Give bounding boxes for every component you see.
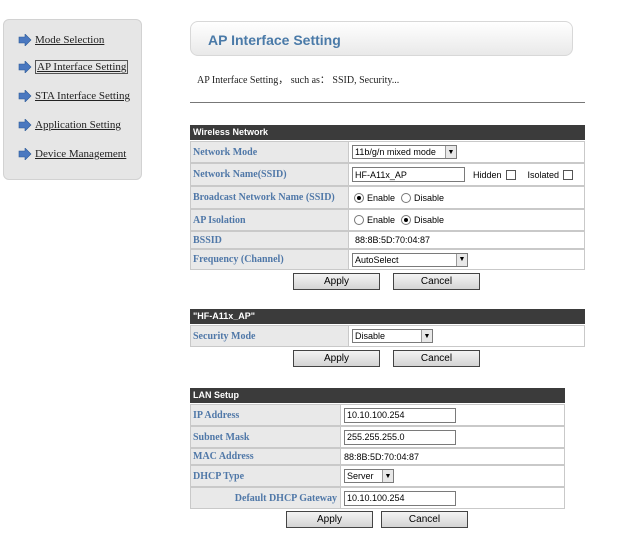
security-mode-value: Disable [355, 331, 386, 341]
nav-label: Application Setting [35, 119, 121, 131]
subnet-mask-input[interactable]: 255.255.255.0 [344, 429, 456, 445]
wireless-apply-button[interactable]: Apply [293, 273, 380, 290]
frequency-select[interactable]: AutoSelect ▼ [352, 252, 468, 267]
dropdown-arrow-icon: ▼ [382, 470, 393, 482]
lan-apply-button[interactable]: Apply [286, 511, 373, 528]
broadcast-disable-radio[interactable] [401, 192, 412, 203]
gateway-label: Default DHCP Gateway [190, 487, 341, 509]
nav-label: Device Management [35, 148, 127, 160]
ip-address-input[interactable]: 10.10.100.254 [344, 407, 456, 423]
nav-item-ap-interface-setting[interactable]: AP Interface Setting [18, 60, 129, 74]
ip-address-label: IP Address [190, 404, 341, 426]
network-mode-label: Network Mode [190, 141, 349, 163]
network-mode-cell: 11b/g/n mixed mode ▼ [349, 141, 585, 163]
nav-item-device-management[interactable]: Device Management [18, 148, 126, 160]
network-mode-row: Network Mode 11b/g/n mixed mode ▼ [190, 141, 585, 163]
nav-item-mode-selection[interactable]: Mode Selection [18, 34, 104, 46]
nav-item-application-setting[interactable]: Application Setting [18, 119, 121, 131]
security-mode-cell: Disable ▼ [349, 325, 585, 347]
security-mode-label: Security Mode [190, 325, 349, 347]
broadcast-disable-label: Disable [414, 192, 445, 203]
ap-isolation-label: AP Isolation [190, 209, 349, 231]
ssid-label: Network Name(SSID) [190, 163, 349, 186]
page-title: AP Interface Setting [208, 32, 341, 48]
network-mode-value: 11b/g/n mixed mode [355, 147, 436, 157]
lan-cancel-button[interactable]: Cancel [381, 511, 468, 528]
nav-label: Mode Selection [35, 34, 105, 46]
page-description: AP Interface Setting， such as： SSID, Sec… [197, 75, 400, 86]
isolation-enable-radio[interactable] [354, 215, 364, 225]
dhcp-type-value: Server [347, 471, 374, 481]
ssid-row: Network Name(SSID) HF-A11x_AP Hidden Iso… [190, 163, 585, 186]
wireless-cancel-button[interactable]: Cancel [393, 273, 480, 290]
wireless-network-header: Wireless Network [190, 125, 585, 140]
dropdown-arrow-icon: ▼ [445, 146, 456, 158]
frequency-value: AutoSelect [355, 254, 399, 265]
side-nav: Mode Selection AP Interface Setting STA … [3, 19, 142, 180]
security-mode-select[interactable]: Disable ▼ [352, 329, 433, 343]
security-cancel-button[interactable]: Cancel [393, 350, 480, 367]
isolation-disable-label: Disable [414, 215, 445, 225]
dropdown-arrow-icon: ▼ [421, 330, 432, 342]
nav-label: STA Interface Setting [35, 90, 131, 102]
ap-isolation-cell: Enable Disable [349, 209, 585, 231]
ip-address-cell: 10.10.100.254 [341, 404, 565, 426]
nav-label: AP Interface Setting [35, 60, 129, 74]
broadcast-cell: Enable Disable [349, 186, 585, 209]
subnet-mask-row: Subnet Mask 255.255.255.0 [190, 426, 565, 448]
ssid-cell: HF-A11x_AP Hidden Isolated [349, 163, 585, 186]
dhcp-type-label: DHCP Type [190, 465, 341, 487]
network-mode-select[interactable]: 11b/g/n mixed mode ▼ [352, 145, 457, 159]
mac-address-row: MAC Address 88:8B:5D:70:04:87 [190, 448, 565, 465]
page-header: AP Interface Setting [190, 21, 573, 56]
isolation-enable-label: Enable [367, 215, 396, 225]
hidden-checkbox[interactable] [505, 169, 516, 180]
broadcast-enable-label: Enable [367, 192, 396, 203]
arrow-icon [18, 34, 32, 46]
subnet-mask-cell: 255.255.255.0 [341, 426, 565, 448]
divider [190, 102, 585, 103]
dhcp-type-select[interactable]: Server ▼ [344, 469, 394, 483]
mac-address-cell: 88:8B:5D:70:04:87 [341, 448, 565, 465]
gateway-row: Default DHCP Gateway 10.10.100.254 [190, 487, 565, 509]
dropdown-arrow-icon: ▼ [456, 253, 467, 266]
gateway-input[interactable]: 10.10.100.254 [344, 490, 456, 506]
bssid-value: 88:8B:5D:70:04:87 [355, 235, 431, 245]
arrow-icon [18, 61, 32, 73]
dhcp-type-row: DHCP Type Server ▼ [190, 465, 565, 487]
frequency-label: Frequency (Channel) [190, 249, 349, 270]
security-apply-button[interactable]: Apply [293, 350, 380, 367]
ip-address-row: IP Address 10.10.100.254 [190, 404, 565, 426]
hidden-label: Hidden [473, 169, 502, 180]
broadcast-enable-radio[interactable] [354, 192, 364, 203]
bssid-label: BSSID [190, 231, 349, 249]
nav-item-sta-interface-setting[interactable]: STA Interface Setting [18, 90, 130, 102]
arrow-icon [18, 90, 32, 102]
isolated-checkbox[interactable] [563, 169, 574, 180]
security-header: "HF-A11x_AP" [190, 309, 585, 324]
arrow-icon [18, 119, 32, 131]
gateway-cell: 10.10.100.254 [341, 487, 565, 509]
frequency-row: Frequency (Channel) AutoSelect ▼ [190, 249, 585, 270]
isolation-disable-radio[interactable] [401, 215, 412, 225]
dhcp-type-cell: Server ▼ [341, 465, 565, 487]
mac-address-value: 88:8B:5D:70:04:87 [344, 451, 420, 462]
subnet-mask-label: Subnet Mask [190, 426, 341, 448]
lan-setup-header: LAN Setup [190, 388, 565, 403]
isolated-label: Isolated [527, 169, 560, 180]
broadcast-label: Broadcast Network Name (SSID) [190, 186, 349, 209]
bssid-cell: 88:8B:5D:70:04:87 [349, 231, 585, 249]
security-mode-row: Security Mode Disable ▼ [190, 325, 585, 347]
ssid-input[interactable]: HF-A11x_AP [352, 167, 465, 182]
mac-address-label: MAC Address [190, 448, 341, 465]
bssid-row: BSSID 88:8B:5D:70:04:87 [190, 231, 585, 249]
broadcast-row: Broadcast Network Name (SSID) Enable Dis… [190, 186, 585, 209]
ap-isolation-row: AP Isolation Enable Disable [190, 209, 585, 231]
frequency-cell: AutoSelect ▼ [349, 249, 585, 270]
arrow-icon [18, 148, 32, 160]
